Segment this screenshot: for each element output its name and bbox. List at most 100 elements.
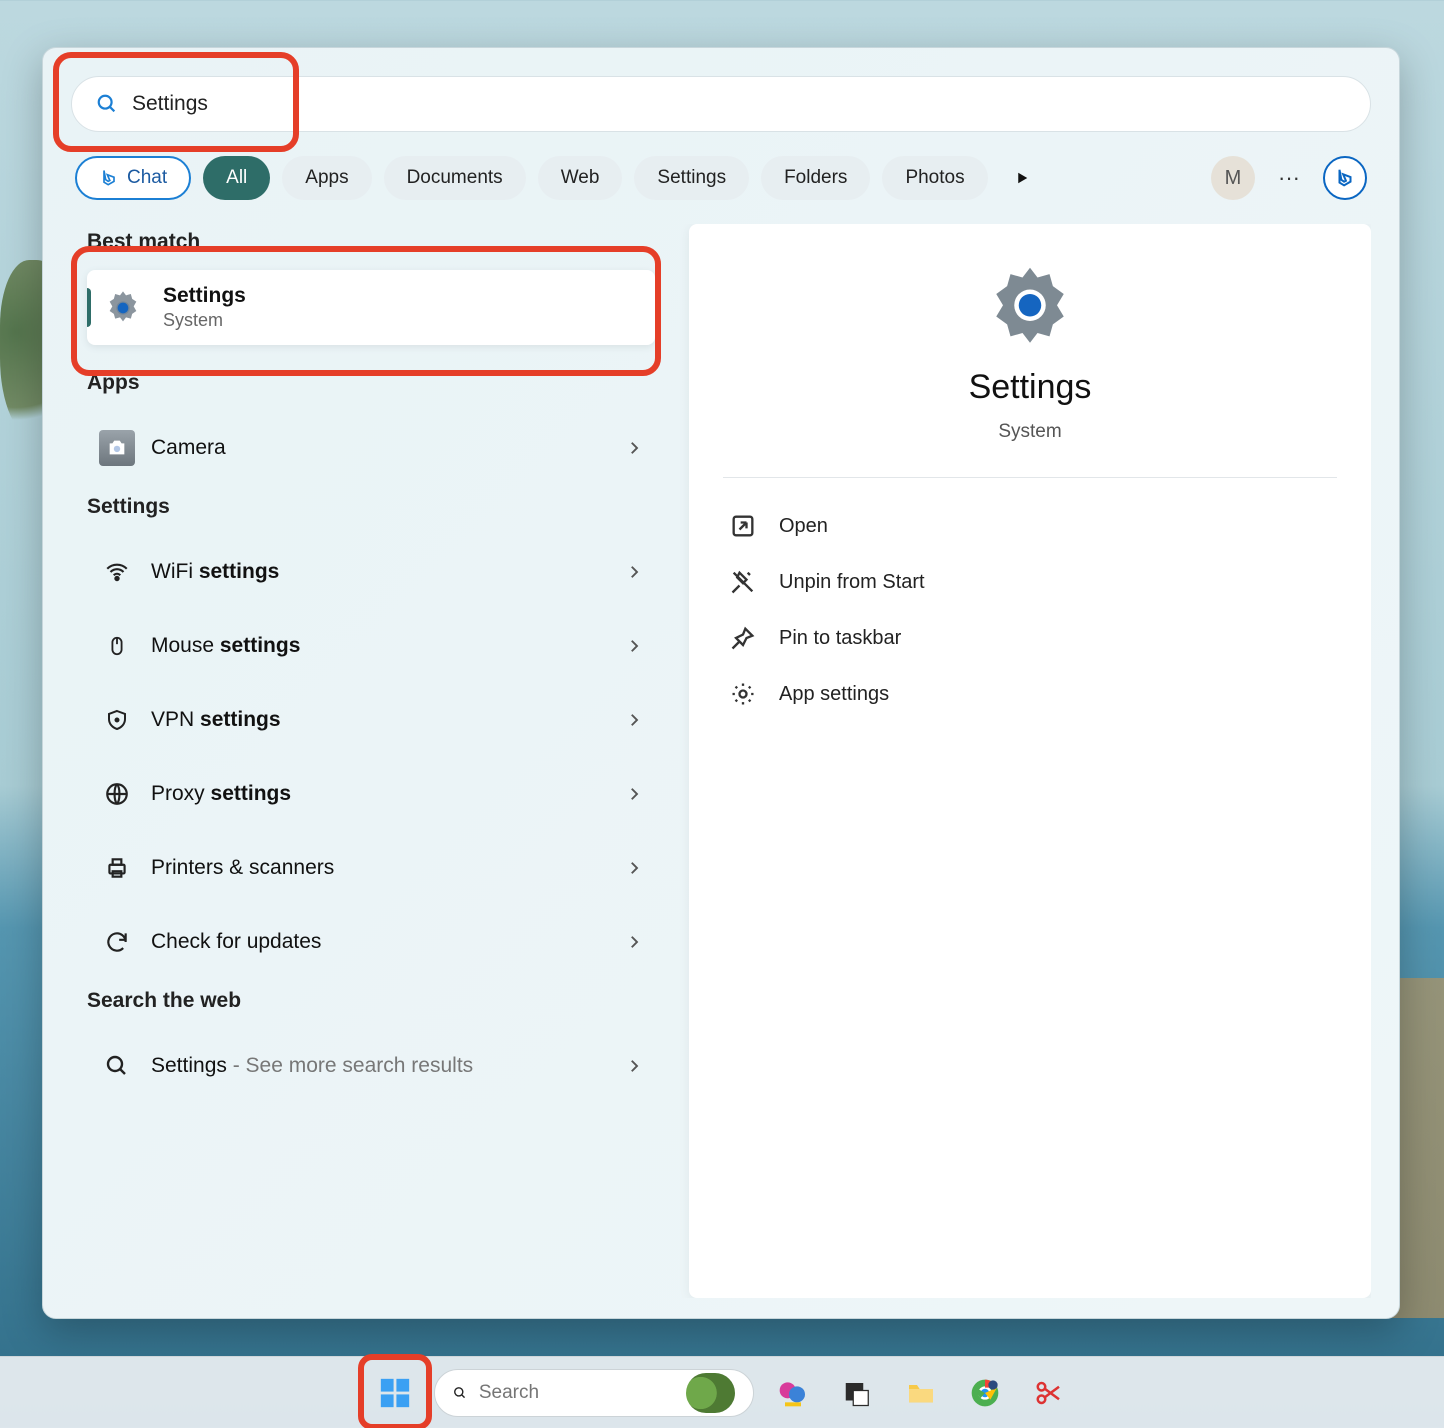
chevron-right-icon [625, 1057, 643, 1075]
chip-label: Apps [305, 167, 348, 189]
pin-icon [729, 624, 757, 652]
ellipsis-icon: ··· [1278, 165, 1300, 191]
filter-more-arrow[interactable] [1000, 156, 1044, 200]
search-field[interactable] [71, 76, 1371, 132]
chevron-right-icon [625, 785, 643, 803]
taskbar-app-copilot[interactable] [768, 1368, 818, 1418]
result-web-settings[interactable]: Settings - See more search results [87, 1029, 655, 1103]
taskbar-search-highlight [686, 1373, 735, 1413]
chip-label: Documents [407, 167, 503, 189]
result-check-updates[interactable]: Check for updates [87, 905, 655, 979]
taskbar-app-snipping[interactable] [1024, 1368, 1074, 1418]
refresh-icon [99, 924, 135, 960]
search-icon [453, 1383, 467, 1403]
chip-apps[interactable]: Apps [282, 156, 371, 200]
search-input[interactable] [132, 92, 1346, 116]
chip-label: Folders [784, 167, 847, 189]
printer-icon [99, 850, 135, 886]
section-apps: Apps [87, 371, 655, 395]
chip-documents[interactable]: Documents [384, 156, 526, 200]
result-wifi-settings[interactable]: WiFi settings [87, 535, 655, 609]
wifi-icon [99, 554, 135, 590]
action-unpin-start[interactable]: Unpin from Start [723, 554, 1337, 610]
avatar-letter: M [1225, 167, 1242, 190]
result-mouse-settings[interactable]: Mouse settings [87, 609, 655, 683]
result-printers-scanners[interactable]: Printers & scanners [87, 831, 655, 905]
action-open[interactable]: Open [723, 498, 1337, 554]
windows-icon [378, 1376, 412, 1410]
open-icon [729, 512, 757, 540]
chevron-right-icon [625, 859, 643, 877]
chevron-right-icon [625, 711, 643, 729]
mouse-icon [99, 628, 135, 664]
taskbar-search-input[interactable] [479, 1382, 675, 1404]
bing-chat-button[interactable] [1323, 156, 1367, 200]
taskbar [0, 1356, 1444, 1428]
play-icon [1013, 169, 1031, 187]
unpin-icon [729, 568, 757, 596]
folder-icon [905, 1377, 937, 1409]
chevron-right-icon [625, 637, 643, 655]
shield-icon [99, 702, 135, 738]
best-match-title: Settings [163, 284, 246, 308]
action-pin-taskbar[interactable]: Pin to taskbar [723, 610, 1337, 666]
taskbar-app-explorer[interactable] [896, 1368, 946, 1418]
chip-chat[interactable]: Chat [75, 156, 191, 200]
result-title: Printers & scanners [151, 856, 334, 880]
section-search-web: Search the web [87, 989, 655, 1013]
result-vpn-settings[interactable]: VPN settings [87, 683, 655, 757]
taskview-icon [842, 1378, 872, 1408]
start-button[interactable] [370, 1368, 420, 1418]
taskbar-app-taskview[interactable] [832, 1368, 882, 1418]
chip-label: Settings [657, 167, 726, 189]
result-camera[interactable]: Camera [87, 411, 655, 485]
chip-label: All [226, 167, 247, 189]
start-search-panel: Chat All Apps Documents Web Settings Fol… [42, 47, 1400, 1319]
result-title: Settings - See more search results [151, 1054, 473, 1078]
results-column: Best match Settings System Apps Camera [71, 224, 671, 1298]
gear-icon [985, 264, 1075, 354]
more-menu[interactable]: ··· [1267, 156, 1311, 200]
action-label: Unpin from Start [779, 571, 925, 594]
gear-icon [729, 680, 757, 708]
camera-icon [99, 430, 135, 466]
bing-icon [1334, 167, 1356, 189]
best-match-result[interactable]: Settings System [87, 270, 655, 345]
result-title: VPN settings [151, 708, 281, 732]
taskbar-app-chrome[interactable] [960, 1368, 1010, 1418]
section-settings: Settings [87, 495, 655, 519]
chip-label: Web [561, 167, 600, 189]
preview-title: Settings [969, 368, 1092, 407]
chip-label: Photos [905, 167, 964, 189]
chip-all[interactable]: All [203, 156, 270, 200]
result-title: Camera [151, 436, 226, 460]
scissors-icon [1034, 1378, 1064, 1408]
filter-row: Chat All Apps Documents Web Settings Fol… [71, 156, 1371, 200]
user-avatar[interactable]: M [1211, 156, 1255, 200]
result-title: WiFi settings [151, 560, 279, 584]
chevron-right-icon [625, 933, 643, 951]
result-title: Proxy settings [151, 782, 291, 806]
result-title: Mouse settings [151, 634, 300, 658]
copilot-icon [777, 1377, 809, 1409]
chip-settings[interactable]: Settings [634, 156, 749, 200]
preview-column: Settings System Open Unpin from Start Pi… [689, 224, 1371, 1298]
search-icon [99, 1048, 135, 1084]
chrome-icon [969, 1377, 1001, 1409]
action-label: Pin to taskbar [779, 627, 901, 650]
search-icon [96, 93, 118, 115]
preview-subtitle: System [998, 421, 1061, 443]
action-app-settings[interactable]: App settings [723, 666, 1337, 722]
result-proxy-settings[interactable]: Proxy settings [87, 757, 655, 831]
chip-folders[interactable]: Folders [761, 156, 870, 200]
bing-icon [99, 168, 119, 188]
search-row [71, 76, 1371, 132]
chevron-right-icon [625, 439, 643, 457]
chip-photos[interactable]: Photos [882, 156, 987, 200]
best-match-subtitle: System [163, 310, 246, 331]
chip-label: Chat [127, 167, 167, 189]
chip-web[interactable]: Web [538, 156, 623, 200]
action-label: App settings [779, 683, 889, 706]
result-title: Check for updates [151, 930, 321, 954]
taskbar-search[interactable] [434, 1369, 754, 1417]
